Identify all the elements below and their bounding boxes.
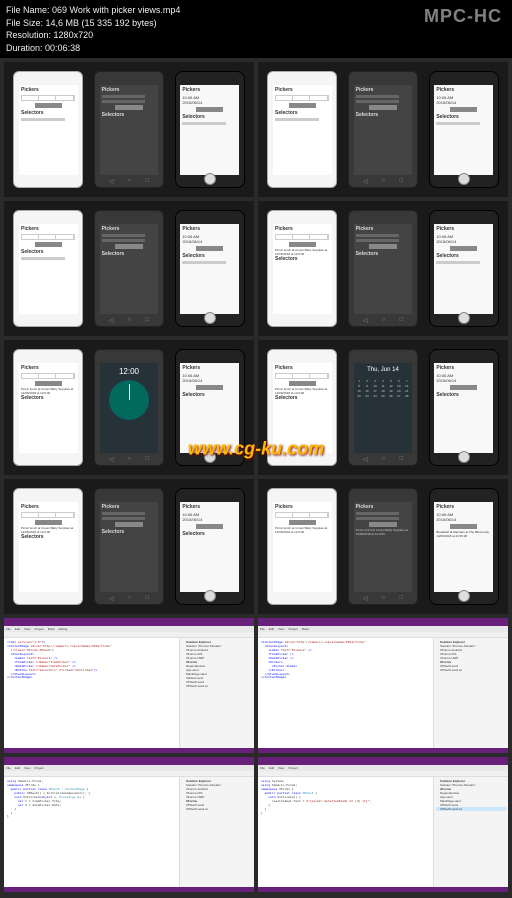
thumbnail-11[interactable]: FileEditViewProject using Xamarin.Forms;… bbox=[2, 755, 256, 894]
app-logo: MPC-HC bbox=[424, 4, 506, 29]
visual-studio-window: FileEditViewProjectBuildDebug <?xml vers… bbox=[4, 618, 254, 753]
duration-label: Duration: bbox=[6, 43, 43, 53]
thumbnail-12[interactable]: FileEditViewProject using System; using … bbox=[256, 755, 510, 894]
code-editor: <?xml version="1.0"?> <ContentPage xmlns… bbox=[4, 638, 179, 748]
thumbnail-9[interactable]: FileEditViewProjectBuildDebug <?xml vers… bbox=[2, 616, 256, 755]
phone-ios: Pickers 10:06 AM 2015/06/14 Selectors bbox=[175, 71, 245, 188]
home-button-icon bbox=[204, 173, 216, 185]
phone-android-clock: 12:00 ◁○□ bbox=[94, 349, 164, 466]
phone-android-calendar: Thu, Jun 14 1234567 891011121314 1516171… bbox=[348, 349, 418, 466]
file-size-label: File Size: bbox=[6, 18, 43, 28]
thumbnail-3[interactable]: Pickers Selectors Pickers Selectors ◁○□ … bbox=[2, 199, 256, 338]
thumbnail-6[interactable]: Pickers Picnic lunch at Crown Baby Suppl… bbox=[256, 338, 510, 477]
file-info-block: File Name: 069 Work with picker views.mp… bbox=[6, 4, 424, 54]
resolution-value: 1280x720 bbox=[54, 30, 94, 40]
file-name-value: 069 Work with picker views.mp4 bbox=[52, 5, 180, 15]
resolution-label: Resolution: bbox=[6, 30, 51, 40]
thumbnail-1[interactable]: Pickers Selectors Pickers Selectors bbox=[2, 60, 256, 199]
duration-value: 00:06:38 bbox=[45, 43, 80, 53]
thumbnail-grid: Pickers Selectors Pickers Selectors bbox=[0, 58, 512, 896]
file-size-value: 14,6 MB (15 335 192 bytes) bbox=[46, 18, 157, 28]
solution-explorer: Solution Explorer Solution 'XForms.Xamar… bbox=[179, 638, 254, 748]
thumbnail-2[interactable]: Pickers Selectors Pickers Selectors ◁○□ … bbox=[256, 60, 510, 199]
phone-windows: Pickers Selectors bbox=[13, 71, 83, 188]
android-nav-icon: ◁○□ bbox=[102, 178, 157, 185]
calendar-icon: 1234567 891011121314 15161718192021 2223… bbox=[356, 379, 411, 398]
thumbnail-4[interactable]: Pickers Picnic lunch at Crown Baby Suppl… bbox=[256, 199, 510, 338]
file-name-label: File Name: bbox=[6, 5, 50, 15]
thumbnail-5[interactable]: Pickers Picnic lunch at Crown Baby Suppl… bbox=[2, 338, 256, 477]
thumbnail-7[interactable]: Pickers Picnic lunch at Crown Baby Suppl… bbox=[2, 477, 256, 616]
thumbnail-8[interactable]: Pickers Picnic lunch at Crown Baby Suppl… bbox=[256, 477, 510, 616]
info-header: File Name: 069 Work with picker views.mp… bbox=[0, 0, 512, 58]
clock-icon bbox=[109, 380, 149, 420]
phone-android: Pickers Selectors ◁○□ bbox=[94, 71, 164, 188]
thumbnail-10[interactable]: FileEditViewProjectBuild <ContentPage xm… bbox=[256, 616, 510, 755]
